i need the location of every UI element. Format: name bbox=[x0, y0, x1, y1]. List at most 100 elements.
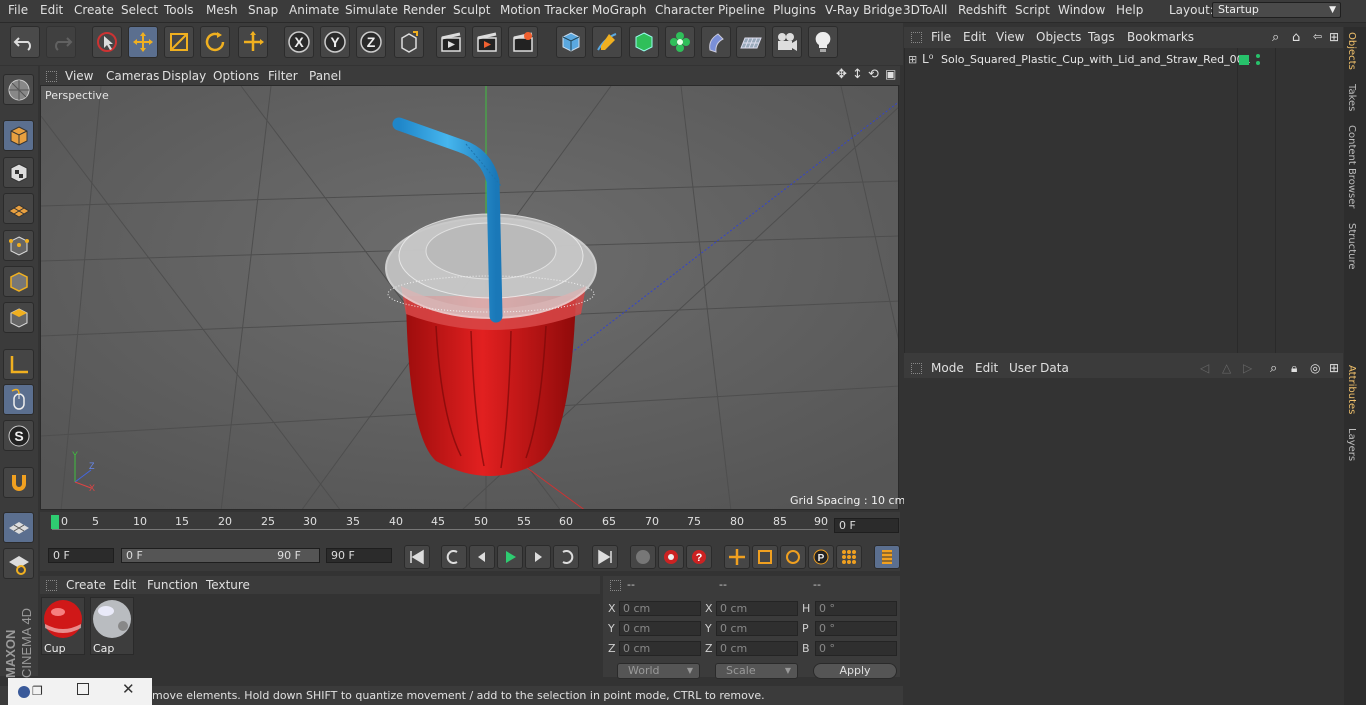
axis-mode-button[interactable] bbox=[3, 349, 34, 380]
menu-simulate[interactable]: Simulate bbox=[345, 3, 398, 17]
tab-layers[interactable]: Layers bbox=[1346, 428, 1357, 461]
nav-forward-icon[interactable]: ▷ bbox=[1243, 361, 1252, 375]
close-icon[interactable]: ✕ bbox=[122, 680, 135, 698]
menu-script[interactable]: Script bbox=[1015, 3, 1050, 17]
undo-button[interactable] bbox=[10, 26, 40, 58]
home-icon[interactable]: ⌂ bbox=[1292, 30, 1300, 45]
viewport-move-icon[interactable]: ✥ bbox=[836, 67, 847, 82]
viewport-menu-cameras[interactable]: Cameras bbox=[106, 69, 159, 83]
record-keys-disabled-button[interactable] bbox=[630, 545, 656, 569]
layout-dropdown[interactable]: Startup ▼ bbox=[1212, 2, 1341, 18]
deformer-button[interactable] bbox=[701, 26, 731, 58]
restore-icon[interactable]: ❐ bbox=[32, 684, 43, 698]
key-parameter-button[interactable]: P bbox=[808, 545, 834, 569]
rotation-b-field[interactable]: 0 ° bbox=[815, 641, 897, 656]
tab-takes[interactable]: Takes bbox=[1346, 84, 1357, 111]
floor-object-button[interactable] bbox=[736, 26, 766, 58]
object-name[interactable]: Solo_Squared_Plastic_Cup_with_Lid_and_St… bbox=[941, 53, 1251, 66]
menu-mesh[interactable]: Mesh bbox=[206, 3, 238, 17]
solo-mode-button[interactable]: S bbox=[3, 420, 34, 451]
playhead-marker[interactable] bbox=[51, 515, 59, 529]
search-icon[interactable]: ⌕ bbox=[1270, 361, 1277, 376]
object-menu-file[interactable]: File bbox=[931, 30, 951, 44]
previous-key-button[interactable] bbox=[441, 545, 467, 569]
viewport-perspective[interactable]: Y Z X bbox=[40, 85, 899, 510]
viewport-rotate-icon[interactable]: ⟲ bbox=[868, 67, 879, 82]
next-frame-button[interactable] bbox=[525, 545, 551, 569]
object-menu-edit[interactable]: Edit bbox=[963, 30, 986, 44]
light-object-button[interactable] bbox=[808, 26, 838, 58]
nav-back-icon[interactable]: ◁ bbox=[1200, 361, 1209, 375]
viewport-menu-display[interactable]: Display bbox=[162, 69, 206, 83]
material-menu-create[interactable]: Create bbox=[66, 578, 106, 592]
cube-object-button[interactable] bbox=[556, 26, 586, 58]
polygons-mode-button[interactable] bbox=[3, 302, 34, 333]
menu-create[interactable]: Create bbox=[74, 3, 114, 17]
transform-tool-button[interactable] bbox=[238, 26, 268, 58]
start-frame-field[interactable]: 0 F bbox=[48, 548, 114, 563]
nav-up-icon[interactable]: △ bbox=[1222, 361, 1231, 375]
end-frame-field[interactable]: 90 F bbox=[326, 548, 392, 563]
viewport-menu-panel[interactable]: Panel bbox=[309, 69, 341, 83]
tab-objects[interactable]: Objects bbox=[1346, 32, 1357, 70]
model-mode-button[interactable] bbox=[3, 120, 34, 151]
y-axis-lock-button[interactable]: Y bbox=[320, 26, 350, 58]
next-key-button[interactable] bbox=[553, 545, 579, 569]
z-axis-lock-button[interactable]: Z bbox=[356, 26, 386, 58]
editor-visibility-dot[interactable] bbox=[1256, 54, 1260, 58]
size-x-field[interactable]: 0 cm bbox=[716, 601, 798, 616]
menu-animate[interactable]: Animate bbox=[289, 3, 339, 17]
menu-snap[interactable]: Snap bbox=[248, 3, 278, 17]
maximize-icon[interactable] bbox=[77, 683, 89, 695]
attribute-menu-edit[interactable]: Edit bbox=[975, 361, 998, 375]
target-icon[interactable]: ◎ bbox=[1310, 361, 1320, 375]
menu-help[interactable]: Help bbox=[1116, 3, 1143, 17]
play-button[interactable] bbox=[497, 545, 523, 569]
search-icon[interactable]: ⌕ bbox=[1272, 30, 1279, 45]
camera-object-button[interactable] bbox=[772, 26, 802, 58]
autokeying-button[interactable] bbox=[658, 545, 684, 569]
viewport-menu-view[interactable]: View bbox=[65, 69, 93, 83]
viewport-menu-filter[interactable]: Filter bbox=[268, 69, 298, 83]
snapping-button[interactable] bbox=[3, 467, 34, 498]
object-menu-objects[interactable]: Objects bbox=[1036, 30, 1081, 44]
rotate-tool-button[interactable] bbox=[200, 26, 230, 58]
current-frame-field[interactable]: 0 F bbox=[834, 518, 899, 533]
subdivision-surface-button[interactable] bbox=[629, 26, 659, 58]
render-visibility-dot[interactable] bbox=[1256, 61, 1260, 65]
key-position-button[interactable] bbox=[724, 545, 750, 569]
texture-mode-button[interactable] bbox=[3, 157, 34, 188]
menu-edit[interactable]: Edit bbox=[40, 3, 63, 17]
object-menu-tags[interactable]: Tags bbox=[1088, 30, 1115, 44]
menu-file[interactable]: File bbox=[8, 3, 28, 17]
keyframe-selection-button[interactable]: ? bbox=[686, 545, 712, 569]
quantize-button[interactable] bbox=[3, 548, 34, 579]
go-to-start-button[interactable] bbox=[404, 545, 430, 569]
coordinate-space-dropdown[interactable]: World ▼ bbox=[617, 663, 700, 679]
key-rotation-button[interactable] bbox=[780, 545, 806, 569]
layer-color-swatch[interactable] bbox=[1239, 55, 1249, 65]
menu-pipeline[interactable]: Pipeline bbox=[718, 3, 765, 17]
attribute-menu-user-data[interactable]: User Data bbox=[1009, 361, 1069, 375]
rotation-p-field[interactable]: 0 ° bbox=[815, 621, 897, 636]
new-panel-icon[interactable]: ⊞ bbox=[1329, 30, 1339, 44]
position-y-field[interactable]: 0 cm bbox=[619, 621, 701, 636]
menu-vray-bridge[interactable]: V-Ray Bridge bbox=[825, 3, 902, 17]
cloner-button[interactable] bbox=[665, 26, 695, 58]
new-panel-icon[interactable]: ⊞ bbox=[1329, 361, 1339, 375]
object-row[interactable]: ⊞ L⁰ Solo_Squared_Plastic_Cup_with_Lid_a… bbox=[908, 52, 1251, 69]
expand-icon[interactable]: ⊞ bbox=[908, 53, 917, 66]
tweak-mode-button[interactable] bbox=[3, 384, 34, 415]
menu-plugins[interactable]: Plugins bbox=[773, 3, 816, 17]
position-z-field[interactable]: 0 cm bbox=[619, 641, 701, 656]
size-mode-dropdown[interactable]: Scale ▼ bbox=[715, 663, 798, 679]
edges-mode-button[interactable] bbox=[3, 266, 34, 297]
tab-content-browser[interactable]: Content Browser bbox=[1346, 125, 1357, 208]
tab-structure[interactable]: Structure bbox=[1346, 223, 1357, 270]
object-menu-bookmarks[interactable]: Bookmarks bbox=[1127, 30, 1194, 44]
move-tool-button[interactable] bbox=[128, 26, 158, 58]
menu-select[interactable]: Select bbox=[121, 3, 158, 17]
render-view-button[interactable] bbox=[436, 26, 466, 58]
tab-attributes[interactable]: Attributes bbox=[1346, 365, 1357, 414]
menu-3dtoall[interactable]: 3DToAll bbox=[903, 3, 947, 17]
